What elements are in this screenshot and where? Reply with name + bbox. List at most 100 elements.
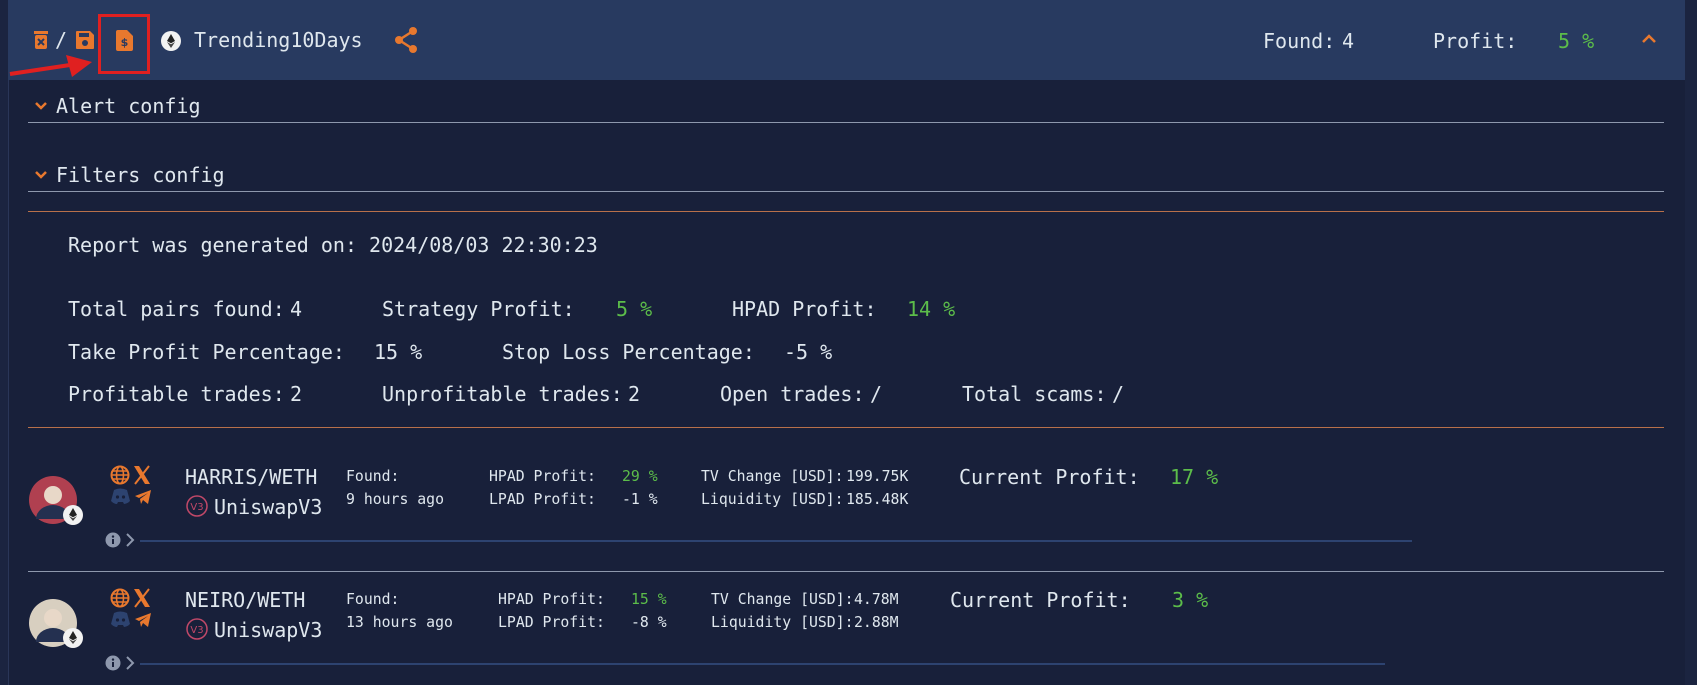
details-toggle[interactable] xyxy=(105,655,135,671)
row-separator xyxy=(28,571,1664,572)
liquidity-value: 2.88M xyxy=(854,614,899,631)
pair-name[interactable]: NEIRO/WETH xyxy=(185,588,305,612)
lpad-profit-label: LPAD Profit: xyxy=(489,491,596,508)
website-link[interactable] xyxy=(110,465,130,485)
divider xyxy=(28,427,1664,428)
row-divider xyxy=(140,540,1412,542)
share-icon xyxy=(395,27,417,53)
share-button[interactable] xyxy=(394,27,418,53)
divider xyxy=(28,191,1664,192)
found-label: Found: xyxy=(346,591,400,608)
pair-name[interactable]: HARRIS/WETH xyxy=(185,465,317,489)
profitable-trades-label: Profitable trades: xyxy=(68,382,285,406)
profit-value: 5 % xyxy=(1558,29,1595,53)
discord-link[interactable] xyxy=(110,488,131,504)
stop-loss-value: -5 % xyxy=(784,340,833,364)
collapse-button[interactable] xyxy=(1641,34,1657,44)
total-pairs-value: 4 xyxy=(290,297,303,321)
found-label: Found: xyxy=(1263,29,1336,53)
profit-label: Profit: xyxy=(1433,29,1518,53)
take-profit-label: Take Profit Percentage: xyxy=(68,340,345,364)
telegram-link[interactable] xyxy=(134,489,152,505)
token-avatar[interactable] xyxy=(28,598,86,652)
found-value: 4 xyxy=(1342,29,1355,53)
liquidity-value: 185.48K xyxy=(846,491,909,508)
token-avatar[interactable] xyxy=(28,475,86,529)
chevron-right-icon xyxy=(126,656,135,670)
x-twitter-icon xyxy=(134,588,150,608)
x-link[interactable] xyxy=(132,465,152,485)
delete-button[interactable] xyxy=(33,30,49,50)
tv-change-label: TV Change [USD]: xyxy=(711,591,854,608)
svg-text:V3: V3 xyxy=(190,502,203,513)
details-toggle[interactable] xyxy=(105,532,135,548)
open-trades-label: Open trades: xyxy=(720,382,865,406)
globe-icon xyxy=(110,588,130,608)
total-scams-value: / xyxy=(1112,382,1125,406)
discord-icon xyxy=(111,488,130,504)
unprofitable-trades-value: 2 xyxy=(628,382,641,406)
chevron-down-icon xyxy=(35,102,47,110)
hpad-profit-value: 29 % xyxy=(622,468,658,485)
lpad-profit-value: -8 % xyxy=(631,614,667,631)
total-pairs-label: Total pairs found: xyxy=(68,297,285,321)
report-generated: Report was generated on: 2024/08/03 22:3… xyxy=(68,233,598,257)
telegram-icon xyxy=(135,490,151,504)
telegram-icon xyxy=(135,613,151,627)
total-scams-label: Total scams: xyxy=(962,382,1107,406)
header-separator: / xyxy=(55,28,68,52)
current-profit-value: 17 % xyxy=(1170,465,1219,489)
strategy-profit-value: 5 % xyxy=(616,297,653,321)
chevron-down-icon xyxy=(35,171,47,179)
x-link[interactable] xyxy=(132,588,152,608)
tv-change-value: 199.75K xyxy=(846,468,909,485)
svg-text:V3: V3 xyxy=(190,625,203,636)
current-profit-label: Current Profit: xyxy=(959,465,1140,489)
row-divider xyxy=(140,663,1385,665)
divider xyxy=(28,211,1664,212)
report-button[interactable]: $ xyxy=(116,30,133,51)
info-icon xyxy=(105,655,121,671)
hpad-profit-value: 14 % xyxy=(907,297,956,321)
filters-config-toggle[interactable]: Filters config xyxy=(34,163,225,187)
x-twitter-icon xyxy=(134,465,150,485)
tv-change-value: 4.78M xyxy=(854,591,899,608)
found-time: 9 hours ago xyxy=(346,491,444,508)
save-button[interactable] xyxy=(75,30,95,50)
current-profit-value: 3 % xyxy=(1172,588,1209,612)
info-icon xyxy=(105,532,121,548)
chevron-up-icon xyxy=(1642,34,1656,43)
divider xyxy=(28,122,1664,123)
current-profit-label: Current Profit: xyxy=(950,588,1131,612)
open-trades-value: / xyxy=(870,382,883,406)
globe-icon xyxy=(110,465,130,485)
hpad-profit-label: HPAD Profit: xyxy=(732,297,877,321)
profitable-trades-value: 2 xyxy=(290,382,303,406)
chevron-right-icon xyxy=(126,533,135,547)
strategy-title: Trending10Days xyxy=(194,28,363,52)
alert-config-label: Alert config xyxy=(56,94,201,118)
hpad-profit-label: HPAD Profit: xyxy=(489,468,596,485)
floppy-disk-icon xyxy=(76,31,94,49)
alert-config-toggle[interactable]: Alert config xyxy=(34,94,201,118)
website-link[interactable] xyxy=(110,588,130,608)
dex-name: UniswapV3 xyxy=(214,618,323,642)
unprofitable-trades-label: Unprofitable trades: xyxy=(382,382,623,406)
uniswap-v3-icon: V3 xyxy=(186,618,208,640)
uniswap-v3-icon: V3 xyxy=(186,495,208,517)
hpad-profit-label: HPAD Profit: xyxy=(498,591,605,608)
liquidity-label: Liquidity [USD]: xyxy=(711,614,854,631)
discord-link[interactable] xyxy=(110,611,131,627)
strategy-profit-label: Strategy Profit: xyxy=(382,297,575,321)
found-time: 13 hours ago xyxy=(346,614,453,631)
found-label: Found: xyxy=(346,468,400,485)
filters-config-label: Filters config xyxy=(56,163,225,187)
discord-icon xyxy=(111,611,130,627)
svg-text:$: $ xyxy=(121,36,129,49)
lpad-profit-label: LPAD Profit: xyxy=(498,614,605,631)
dex-name: UniswapV3 xyxy=(214,495,323,519)
trash-icon xyxy=(34,31,48,49)
take-profit-value: 15 % xyxy=(374,340,423,364)
telegram-link[interactable] xyxy=(134,612,152,628)
tv-change-label: TV Change [USD]: xyxy=(701,468,844,485)
